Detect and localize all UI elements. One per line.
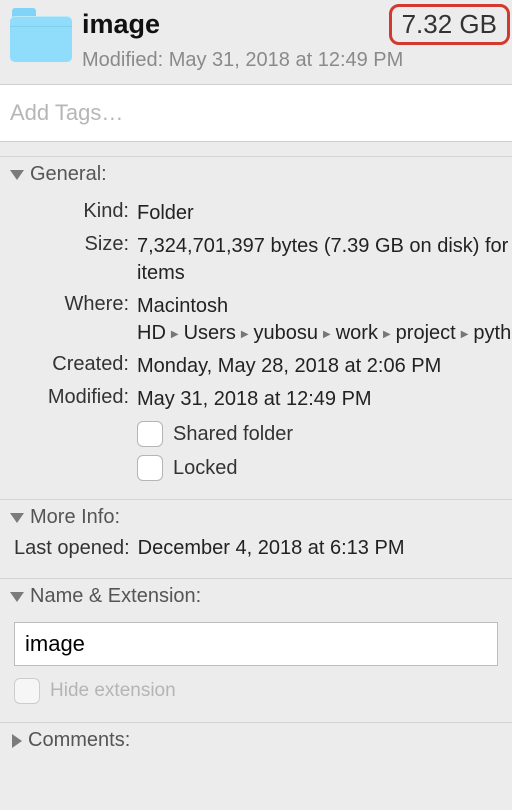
tags-field-container [0,84,512,142]
size-label: Size: [14,233,129,287]
hide-extension-checkbox [14,678,40,704]
disclosure-triangle-icon [10,170,24,180]
hide-extension-label: Hide extension [50,680,176,702]
locked-label: Locked [173,457,238,480]
path-separator-icon: ▶ [378,329,396,340]
name-extension-input[interactable] [14,622,498,666]
locked-checkbox[interactable] [137,455,163,481]
lastopened-value: December 4, 2018 at 6:13 PM [138,537,405,560]
header-modified-label: Modified: [82,49,163,71]
where-value: Macintosh HD▶Users▶yubosu▶work▶project▶p… [137,293,512,347]
section-general-body: Kind: Folder Size: 7,324,701,397 bytes (… [0,190,512,499]
header-modified-value: May 31, 2018 at 12:49 PM [169,49,404,71]
created-value: Monday, May 28, 2018 at 2:06 PM [137,353,512,380]
section-nameext-body: Hide extension [0,612,512,722]
section-general-header[interactable]: General: [0,156,512,190]
path-separator-icon: ▶ [166,329,184,340]
section-comments-label: Comments: [28,729,130,752]
disclosure-triangle-icon [10,513,24,523]
folder-icon [10,8,72,64]
section-moreinfo-label: More Info: [30,506,120,529]
item-size: 7.32 GB [389,4,510,45]
size-value: 7,324,701,397 bytes (7.39 GB on disk) fo… [137,233,512,287]
lastopened-label: Last opened: [14,537,130,560]
section-nameext-label: Name & Extension: [30,585,201,608]
modified-label: Modified: [14,386,129,413]
kind-value: Folder [137,200,512,227]
shared-folder-label: Shared folder [173,423,293,446]
kind-label: Kind: [14,200,129,227]
section-moreinfo-header[interactable]: More Info: [0,499,512,533]
path-separator-icon: ▶ [236,329,254,340]
tags-input[interactable] [8,91,504,135]
path-separator-icon: ▶ [456,329,474,340]
shared-folder-checkbox[interactable] [137,421,163,447]
disclosure-triangle-icon [10,592,24,602]
section-general-label: General: [30,163,107,186]
info-header: image 7.32 GB Modified: May 31, 2018 at … [0,0,512,84]
section-nameext-header[interactable]: Name & Extension: [0,578,512,612]
modified-value: May 31, 2018 at 12:49 PM [137,386,512,413]
created-label: Created: [14,353,129,380]
disclosure-triangle-icon [12,734,22,748]
section-comments-header[interactable]: Comments: [0,722,512,756]
header-modified-line: Modified: May 31, 2018 at 12:49 PM [82,49,506,72]
where-label: Where: [14,293,129,347]
item-title: image [82,10,160,40]
section-moreinfo-body: Last opened: December 4, 2018 at 6:13 PM [0,533,512,578]
path-separator-icon: ▶ [318,329,336,340]
